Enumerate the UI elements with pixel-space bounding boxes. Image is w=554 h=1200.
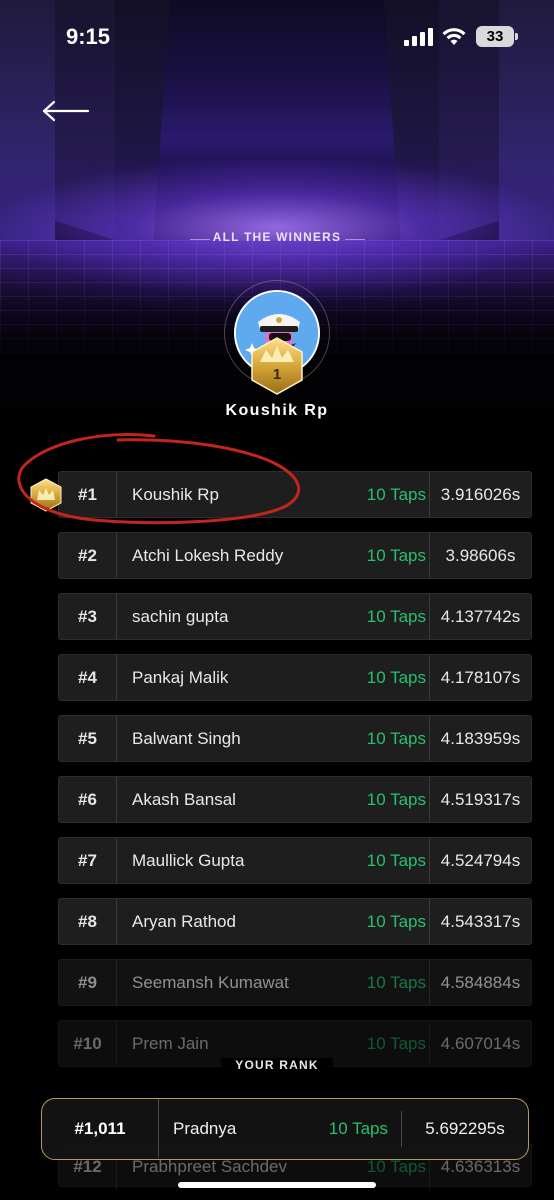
status-bar: 9:15 33 (0, 0, 554, 70)
row-taps: 10 Taps (366, 729, 426, 748)
back-button[interactable] (40, 96, 92, 126)
row-rank: #1 (59, 472, 117, 517)
row-rank: #2 (59, 533, 117, 578)
row-name: Koushik Rp (132, 485, 219, 504)
table-row[interactable]: #7 Maullick Gupta 10 Taps 4.524794s (58, 837, 532, 884)
winners-title: ALL THE WINNERS (212, 230, 342, 244)
row-time: 4.178107s (429, 655, 531, 700)
row-taps: 10 Taps (366, 912, 426, 931)
table-row[interactable]: #1 Koushik Rp 10 Taps 3.916026s (58, 471, 532, 518)
row-name: Seemansh Kumawat (132, 973, 289, 992)
row-name: sachin gupta (132, 607, 229, 626)
row-time: 4.183959s (429, 716, 531, 761)
table-row[interactable]: #6 Akash Bansal 10 Taps 4.519317s (58, 776, 532, 823)
row-taps: 10 Taps (366, 607, 426, 626)
row-time: 3.916026s (429, 472, 531, 517)
your-rank-time: 5.692295s (425, 1119, 505, 1138)
winner-rank-number: 1 (272, 366, 282, 383)
row-name: Maullick Gupta (132, 851, 245, 870)
your-rank-number: #1,011 (42, 1099, 159, 1158)
home-indicator[interactable] (178, 1182, 376, 1188)
row-taps: 10 Taps (366, 546, 426, 565)
row-time: 3.98606s (429, 533, 531, 578)
your-rank-name: Pradnya (173, 1119, 237, 1138)
row-rank: #6 (59, 777, 117, 822)
row-rank: #9 (59, 960, 117, 1005)
your-rank-taps: 10 Taps (328, 1119, 388, 1138)
row-name: Pankaj Malik (132, 668, 229, 687)
table-row[interactable]: #4 Pankaj Malik 10 Taps 4.178107s (58, 654, 532, 701)
row-time: 4.137742s (429, 594, 531, 639)
winner-name: Koushik Rp (225, 402, 329, 419)
your-rank-label: YOUR RANK (0, 1058, 554, 1072)
battery-icon: 33 (476, 26, 518, 47)
wifi-icon (442, 28, 466, 45)
row-time: 4.584884s (429, 960, 531, 1005)
row-taps: 10 Taps (366, 973, 426, 992)
your-rank-card[interactable]: #1,011 Pradnya 10 Taps 5.692295s (41, 1098, 529, 1160)
row-time: 4.519317s (429, 777, 531, 822)
row-rank: #3 (59, 594, 117, 639)
row-taps: 10 Taps (366, 668, 426, 687)
row-time: 4.524794s (429, 838, 531, 883)
row-taps: 10 Taps (366, 485, 426, 504)
table-row[interactable]: #2 Atchi Lokesh Reddy 10 Taps 3.98606s (58, 532, 532, 579)
table-row[interactable]: #3 sachin gupta 10 Taps 4.137742s (58, 593, 532, 640)
row-name: Akash Bansal (132, 790, 236, 809)
row-taps: 10 Taps (366, 790, 426, 809)
row-rank: #5 (59, 716, 117, 761)
winners-heading: ALL THE WINNERS (0, 230, 554, 250)
row-taps: 10 Taps (366, 851, 426, 870)
table-row[interactable]: #5 Balwant Singh 10 Taps 4.183959s (58, 715, 532, 762)
rank-crown-badge: 1 (250, 336, 304, 396)
row-rank: #4 (59, 655, 117, 700)
back-arrow-icon (42, 100, 90, 122)
status-time: 9:15 (66, 24, 111, 49)
table-row[interactable]: #9 Seemansh Kumawat 10 Taps 4.584884s (58, 959, 532, 1006)
crown-icon (30, 478, 62, 512)
cellular-signal-icon (404, 28, 434, 46)
row-rank: #8 (59, 899, 117, 944)
row-time: 4.543317s (429, 899, 531, 944)
row-name: Balwant Singh (132, 729, 241, 748)
row-name: Aryan Rathod (132, 912, 236, 931)
row-name: Atchi Lokesh Reddy (132, 546, 284, 565)
row-rank: #7 (59, 838, 117, 883)
table-row[interactable]: #8 Aryan Rathod 10 Taps 4.543317s (58, 898, 532, 945)
first-place-crown (30, 478, 62, 512)
